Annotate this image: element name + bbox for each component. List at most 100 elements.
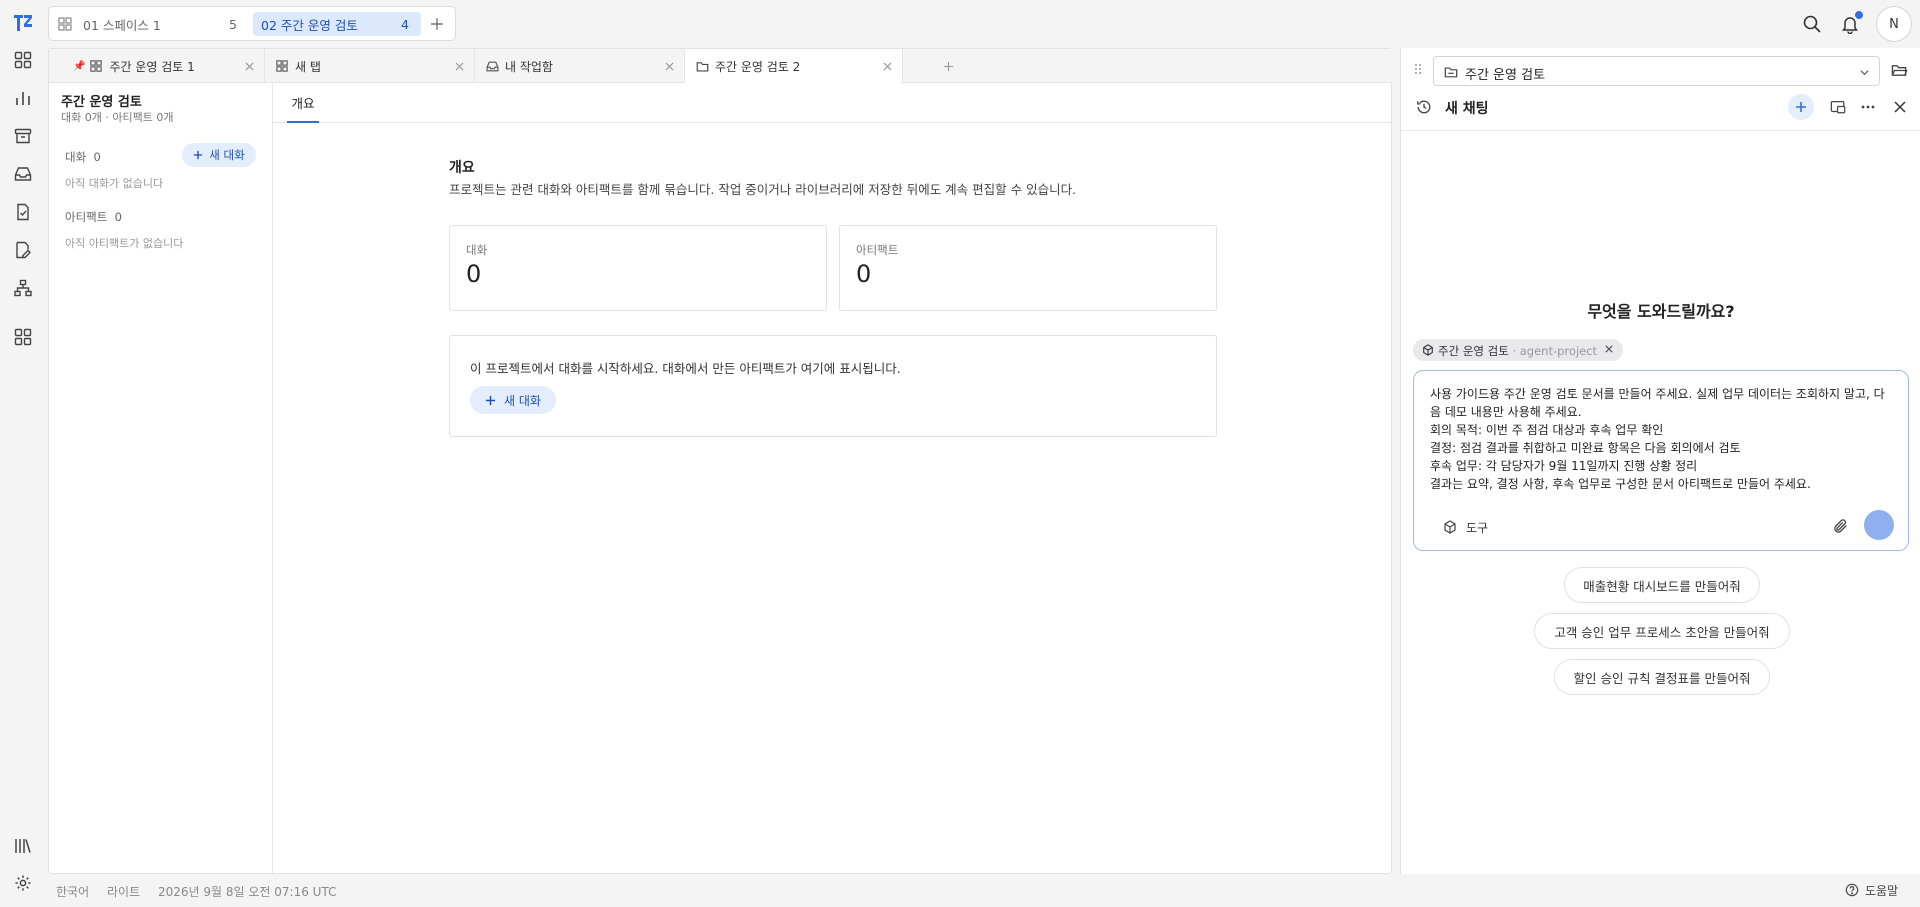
- space-item-2[interactable]: 02 주간 운영 검토 4: [253, 12, 421, 36]
- hierarchy-icon[interactable]: [10, 275, 36, 301]
- library-icon[interactable]: [10, 833, 36, 859]
- history-icon[interactable]: [1415, 98, 1433, 116]
- cube-icon: [1442, 519, 1458, 535]
- close-tab-icon[interactable]: [242, 59, 256, 73]
- language-setting[interactable]: 한국어: [56, 883, 89, 900]
- paperclip-icon[interactable]: [1830, 515, 1852, 537]
- close-tab-icon[interactable]: [452, 59, 466, 73]
- message-line: 회의 목적: 이번 주 점검 대상과 후속 업무 확인: [1430, 423, 1664, 437]
- suggestion-item[interactable]: 고객 승인 업무 프로세스 초안을 만들어줘: [1534, 613, 1790, 649]
- help-link[interactable]: 도움말: [1865, 882, 1898, 899]
- archive-icon[interactable]: [10, 123, 36, 149]
- project-select-value: 주간 운영 검토: [1465, 68, 1546, 83]
- remove-chip-icon[interactable]: [1603, 343, 1615, 355]
- space-count: 4: [401, 16, 409, 32]
- new-chat-button[interactable]: 새 대화: [470, 386, 556, 414]
- suggestion-item[interactable]: 할인 승인 규칙 결정표를 만들어줘: [1554, 659, 1770, 695]
- tools-label: 도구: [1466, 520, 1489, 535]
- close-tab-icon[interactable]: [880, 59, 894, 73]
- space-count: 5: [229, 16, 237, 32]
- open-folder-icon[interactable]: [1889, 60, 1909, 80]
- plus-icon: [485, 395, 496, 406]
- folder-icon: [1443, 64, 1458, 79]
- chats-section-label: 대화 0: [65, 150, 101, 164]
- tab-new[interactable]: 새 탭: [265, 49, 475, 83]
- inbox-icon: [485, 59, 499, 73]
- chat-header-divider: [1401, 130, 1920, 131]
- stat-label: 아티팩트: [856, 243, 899, 257]
- notification-dot: [1855, 11, 1863, 19]
- chart-icon[interactable]: [10, 85, 36, 111]
- no-chats-note: 아직 대화가 없습니다: [65, 177, 164, 190]
- tab-overview[interactable]: 개요: [287, 83, 319, 123]
- tools-button[interactable]: 도구: [1442, 517, 1488, 537]
- grid-icon: [53, 12, 77, 36]
- grid-icon: [89, 59, 103, 73]
- project-select[interactable]: 주간 운영 검토: [1433, 56, 1880, 86]
- space-switcher: 01 스페이스 1 5 02 주간 운영 검토 4: [48, 6, 456, 41]
- app-logo-icon[interactable]: [12, 12, 34, 34]
- message-line: 후속 업무: 각 담당자가 9월 11일까지 진행 상황 정리: [1430, 459, 1698, 473]
- artifacts-section-label: 아티팩트 0: [65, 210, 122, 224]
- apps-icon[interactable]: [10, 324, 36, 350]
- plus-icon: [193, 150, 203, 160]
- tab-review-2[interactable]: 주간 운영 검토 2: [685, 49, 903, 84]
- send-button[interactable]: [1864, 510, 1894, 540]
- message-line: 음 데모 내용만 사용해 주세요.: [1430, 405, 1582, 419]
- new-chat-label: 새 대화: [504, 393, 541, 408]
- suggestion-item[interactable]: 매출현황 대시보드를 만들어줘: [1564, 567, 1760, 603]
- datetime-display: 2026년 9월 8일 오전 07:16 UTC: [158, 885, 337, 899]
- overview-tab-bar: 개요: [273, 83, 1393, 123]
- project-title: 주간 운영 검토: [61, 95, 142, 110]
- tab-label: 주간 운영 검토 2: [715, 60, 801, 74]
- agent-project-icon: [1421, 343, 1435, 357]
- stat-card-chats: 대화 0: [449, 225, 827, 311]
- message-line: 결과는 요약, 결정 사항, 후속 업무로 구성한 문서 아티팩트로 만들어 주…: [1430, 477, 1811, 491]
- close-tab-icon[interactable]: [662, 59, 676, 73]
- message-line: 결정: 점검 결과를 취합하고 미완료 항목은 다음 회의에서 검토: [1430, 441, 1741, 455]
- new-chat-button[interactable]: 새 대화: [182, 143, 256, 167]
- avatar[interactable]: N: [1876, 6, 1912, 42]
- drag-handle-icon[interactable]: [1413, 62, 1423, 76]
- new-chat-label: 새 대화: [209, 148, 245, 162]
- tab-bar: 📌 주간 운영 검토 1 새 탭 내 작업함 주간 운영 검토 2: [49, 49, 1393, 84]
- message-line: 사용 가이드용 주간 운영 검토 문서를 만들어 주세요. 실제 업무 데이터는…: [1430, 387, 1885, 401]
- apps-grid-icon[interactable]: [10, 47, 36, 73]
- document-edit-icon[interactable]: [10, 237, 36, 263]
- start-chat-text: 이 프로젝트에서 대화를 시작하세요. 대화에서 만든 아티팩트가 여기에 표시…: [470, 361, 901, 376]
- theme-setting[interactable]: 라이트: [107, 883, 140, 900]
- document-check-icon[interactable]: [10, 199, 36, 225]
- inbox-icon[interactable]: [10, 161, 36, 187]
- grid-icon: [275, 59, 289, 73]
- no-artifacts-note: 아직 아티팩트가 없습니다: [65, 237, 184, 250]
- greeting: 무엇을 도와드릴까요?: [1587, 302, 1735, 321]
- stat-value: 0: [856, 260, 872, 288]
- tab-inbox[interactable]: 내 작업함: [475, 49, 685, 83]
- overview-heading: 개요: [449, 160, 475, 176]
- chevron-down-icon: [1857, 65, 1871, 79]
- space-label: 02 주간 운영 검토: [261, 17, 358, 33]
- add-space-icon[interactable]: [427, 14, 447, 34]
- close-icon[interactable]: [1890, 97, 1910, 117]
- stat-label: 대화: [466, 243, 488, 257]
- search-icon[interactable]: [1799, 11, 1825, 37]
- tab-review-1[interactable]: 📌 주간 운영 검토 1: [49, 49, 265, 83]
- project-sidebar: [49, 83, 273, 873]
- chip-label: 주간 운영 검토: [1438, 344, 1509, 358]
- message-composer[interactable]: 사용 가이드용 주간 운영 검토 문서를 만들어 주세요. 실제 업무 데이터는…: [1413, 370, 1909, 551]
- new-chat-plus-button[interactable]: [1788, 94, 1814, 120]
- message-input[interactable]: 사용 가이드용 주간 운영 검토 문서를 만들어 주세요. 실제 업무 데이터는…: [1430, 385, 1900, 493]
- overview-description: 프로젝트는 관련 대화와 아티팩트를 함께 묶습니다. 작업 중이거나 라이브러…: [449, 182, 1077, 197]
- more-icon[interactable]: [1858, 97, 1878, 117]
- space-label: 01 스페이스 1: [83, 17, 161, 33]
- tab-label: 주간 운영 검토 1: [109, 59, 195, 74]
- main-workspace: 📌 주간 운영 검토 1 새 탭 내 작업함 주간 운영 검토 2 주간 운영 …: [48, 48, 1393, 874]
- help-icon[interactable]: [1844, 882, 1860, 898]
- tab-label: 내 작업함: [505, 59, 553, 74]
- project-context-chip: 주간 운영 검토 · agent-project: [1413, 339, 1623, 361]
- stat-card-artifacts: 아티팩트 0: [839, 225, 1217, 311]
- project-subtitle: 대화 0개 · 아티팩트 0개: [61, 111, 174, 124]
- new-window-icon[interactable]: [1828, 97, 1848, 117]
- chat-title: 새 채팅: [1445, 101, 1489, 117]
- add-tab-icon[interactable]: [939, 57, 957, 75]
